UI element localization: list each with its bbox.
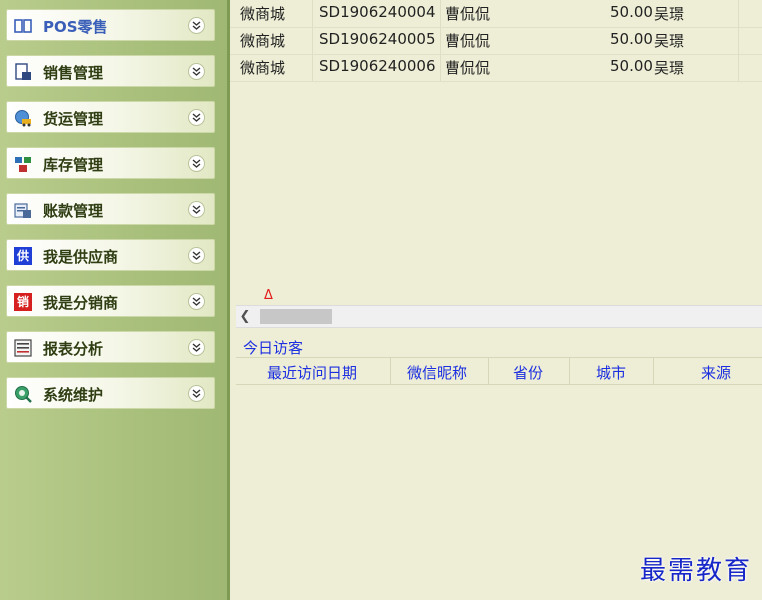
report-chart-icon: [14, 339, 32, 357]
nav-item-pos-retail[interactable]: POS零售: [6, 9, 215, 41]
nav-item-distributor[interactable]: 销 我是分销商: [6, 285, 215, 317]
visitors-section-title: 今日访客: [243, 339, 304, 357]
nav-item-reports[interactable]: 报表分析: [6, 331, 215, 363]
distributor-badge-icon: 销: [14, 293, 32, 311]
column-divider: [653, 358, 654, 384]
order-source: 微商城: [240, 59, 286, 77]
order-source: 微商城: [240, 32, 286, 50]
column-header-wechat-nickname[interactable]: 微信昵称: [407, 362, 467, 383]
column-divider: [488, 358, 489, 384]
sales-doc-icon: [14, 63, 32, 81]
nav-label-shipping: 货运管理: [43, 110, 104, 128]
divider: [236, 384, 762, 385]
chevron-down-icon[interactable]: [188, 109, 205, 126]
horizontal-scrollbar[interactable]: ❮: [236, 305, 762, 328]
nav-item-accounts[interactable]: 账款管理: [6, 193, 215, 225]
order-amount: 50.00: [610, 57, 653, 75]
watermark-logo: 最需教育: [640, 556, 753, 586]
table-row[interactable]: 微商城 SD1906240006 曹侃侃 50.00 吴璟: [230, 54, 762, 82]
column-header-source[interactable]: 来源: [701, 362, 731, 383]
column-divider: [569, 358, 570, 384]
sidebar-nav: POS零售 销售管理 货运管理 库存管理 账款管理 供 我是供应商 销 我是分销…: [0, 0, 230, 600]
chevron-down-icon[interactable]: [188, 155, 205, 172]
order-customer: 曹侃侃: [445, 32, 491, 50]
inventory-boxes-icon: [14, 155, 32, 173]
chevron-down-icon[interactable]: [188, 385, 205, 402]
warning-triangle-icon: Δ: [264, 288, 273, 303]
nav-item-system[interactable]: 系统维护: [6, 377, 215, 409]
table-row[interactable]: 微商城 SD1906240004 曹侃侃 50.00 吴璟: [230, 0, 762, 28]
nav-label-accounts: 账款管理: [43, 202, 104, 220]
scroll-left-arrow-icon[interactable]: ❮: [236, 306, 254, 327]
column-header-province[interactable]: 省份: [513, 362, 543, 383]
nav-item-inventory[interactable]: 库存管理: [6, 147, 215, 179]
chevron-down-icon[interactable]: [188, 201, 205, 218]
divider: [236, 357, 762, 358]
nav-label-inventory: 库存管理: [43, 156, 104, 174]
nav-item-sales[interactable]: 销售管理: [6, 55, 215, 87]
pos-grid-icon: [14, 17, 32, 35]
order-customer: 曹侃侃: [445, 59, 491, 77]
nav-label-sales: 销售管理: [43, 64, 104, 82]
nav-label-reports: 报表分析: [43, 340, 104, 358]
column-header-city[interactable]: 城市: [596, 362, 626, 383]
scrollbar-thumb[interactable]: [260, 309, 332, 324]
chevron-down-icon[interactable]: [188, 339, 205, 356]
table-row[interactable]: 微商城 SD1906240005 曹侃侃 50.00 吴璟: [230, 27, 762, 55]
order-operator: 吴璟: [654, 32, 685, 50]
nav-label-pos-retail: POS零售: [43, 18, 108, 36]
ledger-icon: [14, 201, 32, 219]
column-divider: [390, 358, 391, 384]
truck-globe-icon: [14, 109, 32, 127]
order-number: SD1906240005: [319, 30, 436, 48]
main-content: 微商城 SD1906240004 曹侃侃 50.00 吴璟 微商城 SD1906…: [230, 0, 762, 600]
nav-item-supplier[interactable]: 供 我是供应商: [6, 239, 215, 271]
order-number: SD1906240004: [319, 3, 436, 21]
chevron-down-icon[interactable]: [188, 293, 205, 310]
nav-label-system: 系统维护: [43, 386, 104, 404]
column-header-last-visit[interactable]: 最近访问日期: [267, 362, 357, 383]
order-amount: 50.00: [610, 3, 653, 21]
supplier-badge-icon: 供: [14, 247, 32, 265]
chevron-down-icon[interactable]: [188, 17, 205, 34]
system-search-icon: [14, 385, 32, 403]
nav-item-shipping[interactable]: 货运管理: [6, 101, 215, 133]
order-operator: 吴璟: [654, 5, 685, 23]
order-operator: 吴璟: [654, 59, 685, 77]
order-customer: 曹侃侃: [445, 5, 491, 23]
nav-label-supplier: 我是供应商: [43, 248, 119, 266]
nav-label-distributor: 我是分销商: [43, 294, 119, 312]
chevron-down-icon[interactable]: [188, 63, 205, 80]
order-number: SD1906240006: [319, 57, 436, 75]
order-source: 微商城: [240, 5, 286, 23]
order-amount: 50.00: [610, 30, 653, 48]
chevron-down-icon[interactable]: [188, 247, 205, 264]
